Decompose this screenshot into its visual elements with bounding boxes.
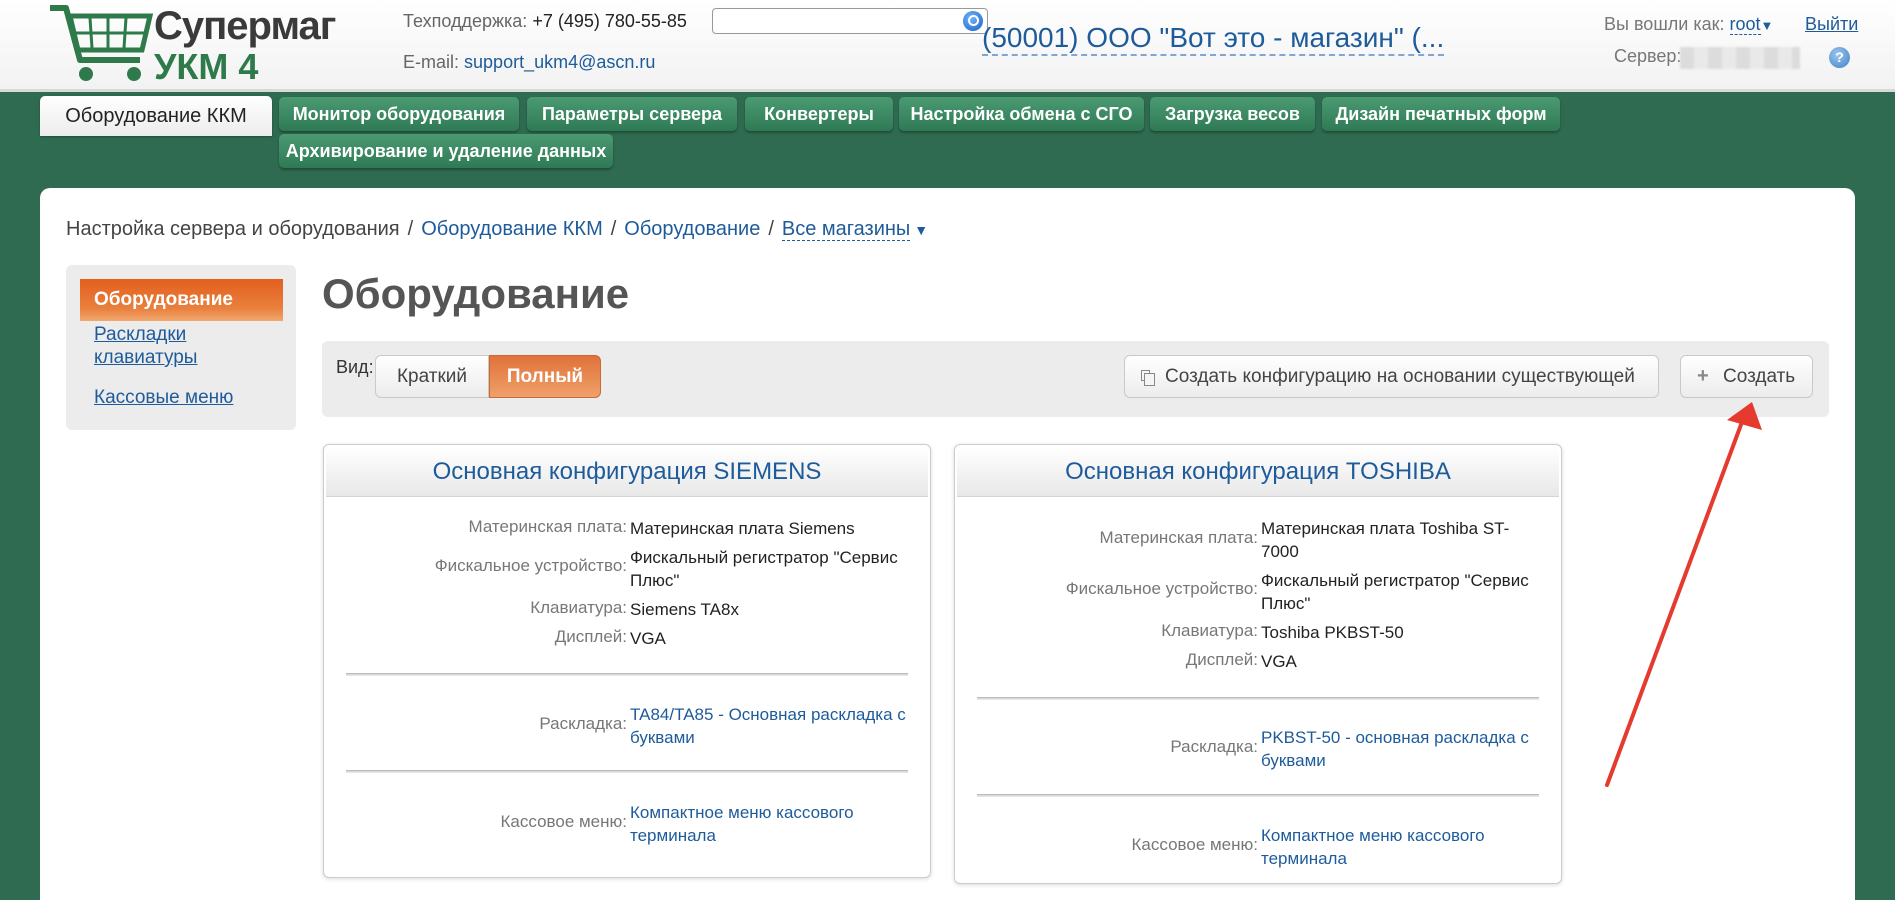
sidebar-item-equipment[interactable]: Оборудование (80, 279, 283, 321)
server-value-redacted (1680, 47, 1800, 69)
field-label: Кассовое меню: (1131, 835, 1258, 854)
field-label: Фискальное устройство: (434, 556, 627, 575)
field-label: Дисплей: (554, 627, 627, 646)
create-label: Создать (1723, 366, 1796, 387)
card-header: Основная конфигурация TOSHIBA (957, 447, 1559, 497)
divider (977, 794, 1539, 797)
divider (346, 673, 908, 676)
card-header: Основная конфигурация SIEMENS (326, 447, 928, 497)
support-email: E-mail: support_ukm4@ascn.ru (403, 52, 655, 73)
logo-title: Супермаг (154, 4, 336, 48)
field-label: Раскладка: (539, 714, 627, 733)
app-header: Супермаг УКМ 4 Техподдержка: +7 (495) 78… (0, 0, 1895, 92)
breadcrumb: Настройка сервера и оборудования / Оборудо… (66, 218, 928, 241)
field-value: TA84/TA85 - Основная раскладка с буквами (630, 703, 915, 749)
email-link[interactable]: support_ukm4@ascn.ru (464, 52, 655, 72)
create-from-existing-button[interactable]: Создать конфигурацию на основании сущест… (1124, 355, 1659, 398)
sidebar-item-keyboard-layouts[interactable]: Раскладки клавиатуры (94, 323, 244, 369)
field-value: Материнская плата Toshiba ST-7000 (1261, 519, 1510, 561)
main-panel (40, 188, 1855, 900)
cash-menu-link[interactable]: Компактное меню кассового терминала (1261, 826, 1485, 868)
divider (346, 770, 908, 773)
view-short-button[interactable]: Краткий (375, 355, 489, 398)
breadcrumb-separator: / (610, 218, 617, 240)
field-value: VGA (1261, 652, 1297, 671)
email-label: E-mail: (403, 52, 460, 72)
config-title-link[interactable]: Основная конфигурация SIEMENS (433, 458, 822, 485)
field-label: Фискальное устройство: (1065, 579, 1258, 598)
search-input[interactable] (712, 8, 988, 34)
support-phone: Техподдержка: +7 (495) 780-55-85 (403, 11, 687, 32)
tab-equipment-kkm[interactable]: Оборудование ККМ (40, 96, 272, 136)
field-label: Дисплей: (1185, 650, 1258, 669)
config-card-siemens: Основная конфигурация SIEMENS Материнска… (323, 444, 931, 878)
field-value: VGA (630, 629, 666, 648)
config-card-toshiba: Основная конфигурация TOSHIBA Материнска… (954, 444, 1562, 884)
view-full-button[interactable]: Полный (489, 355, 601, 398)
divider (977, 697, 1539, 700)
field-value: Siemens TA8x (630, 600, 739, 619)
field-label: Клавиатура: (1161, 621, 1258, 640)
sidebar-item-cash-menus[interactable]: Кассовые меню (94, 386, 233, 409)
support-label: Техподдержка: (403, 11, 528, 31)
field-value: Компактное меню кассового терминала (630, 801, 915, 847)
support-phone-value: +7 (495) 780-55-85 (532, 11, 687, 31)
field-label: Материнская плата: (468, 517, 628, 536)
layout-link[interactable]: PKBST-50 - основная раскладка с буквами (1261, 728, 1529, 770)
tab-print-design[interactable]: Дизайн печатных форм (1322, 97, 1560, 131)
login-info: Вы вошли как: root▼ (1604, 14, 1773, 35)
logout-link[interactable]: Выйти (1805, 14, 1858, 35)
field-label: Клавиатура: (530, 598, 627, 617)
breadcrumb-separator: / (768, 218, 774, 240)
config-title-link[interactable]: Основная конфигурация TOSHIBA (1065, 458, 1451, 485)
tab-scales-loading[interactable]: Загрузка весов (1150, 97, 1315, 131)
store-selector[interactable]: (50001) ООО "Вот это - магазин" (... (982, 22, 1445, 56)
breadcrumb-all-stores[interactable]: Все магазины (781, 218, 911, 241)
field-value: Toshiba PKBST-50 (1261, 623, 1404, 642)
chevron-down-icon[interactable]: ▼ (1761, 18, 1774, 33)
tab-server-params[interactable]: Параметры сервера (527, 97, 737, 131)
cart-icon (50, 5, 154, 81)
field-value: Фискальный регистратор "Сервис Плюс" (630, 548, 898, 590)
plus-icon: + (1697, 365, 1709, 387)
logo-subtitle: УКМ 4 (154, 46, 259, 87)
breadcrumb-equipment[interactable]: Оборудование (624, 218, 760, 240)
field-value: Фискальный регистратор "Сервис Плюс" (1261, 571, 1529, 613)
field-label: Материнская плата: (1099, 528, 1259, 547)
server-label: Сервер: (1614, 46, 1682, 66)
login-label: Вы вошли как: (1604, 14, 1725, 34)
tab-converters[interactable]: Конвертеры (745, 97, 893, 131)
copy-icon (1141, 370, 1155, 386)
field-value: PKBST-50 - основная раскладка с буквами (1261, 726, 1546, 772)
logo[interactable]: Супермаг УКМ 4 (46, 2, 336, 87)
layout-link[interactable]: TA84/TA85 - Основная раскладка с буквами (630, 705, 906, 747)
chevron-down-icon[interactable]: ▼ (910, 222, 928, 238)
field-value: Материнская плата Siemens (630, 519, 855, 538)
view-label: Вид: (336, 357, 374, 377)
breadcrumb-separator: / (407, 218, 414, 240)
field-label: Раскладка: (1170, 737, 1258, 756)
create-from-existing-label: Создать конфигурацию на основании сущест… (1165, 366, 1635, 387)
breadcrumb-equipment-kkm[interactable]: Оборудование ККМ (421, 218, 603, 240)
help-icon[interactable]: ? (1829, 47, 1850, 68)
user-menu[interactable]: root (1729, 14, 1761, 35)
breadcrumb-root: Настройка сервера и оборудования (66, 218, 400, 240)
tab-sgo-exchange[interactable]: Настройка обмена с СГО (899, 97, 1144, 131)
cash-menu-link[interactable]: Компактное меню кассового терминала (630, 803, 854, 845)
create-button[interactable]: + Создать (1680, 355, 1813, 398)
search-icon[interactable] (963, 11, 983, 31)
tab-archive-delete[interactable]: Архивирование и удаление данных (279, 134, 613, 168)
tab-equipment-monitor[interactable]: Монитор оборудования (279, 97, 519, 131)
page-title: Оборудование (322, 270, 630, 317)
field-value: Компактное меню кассового терминала (1261, 824, 1546, 870)
field-label: Кассовое меню: (500, 812, 627, 831)
